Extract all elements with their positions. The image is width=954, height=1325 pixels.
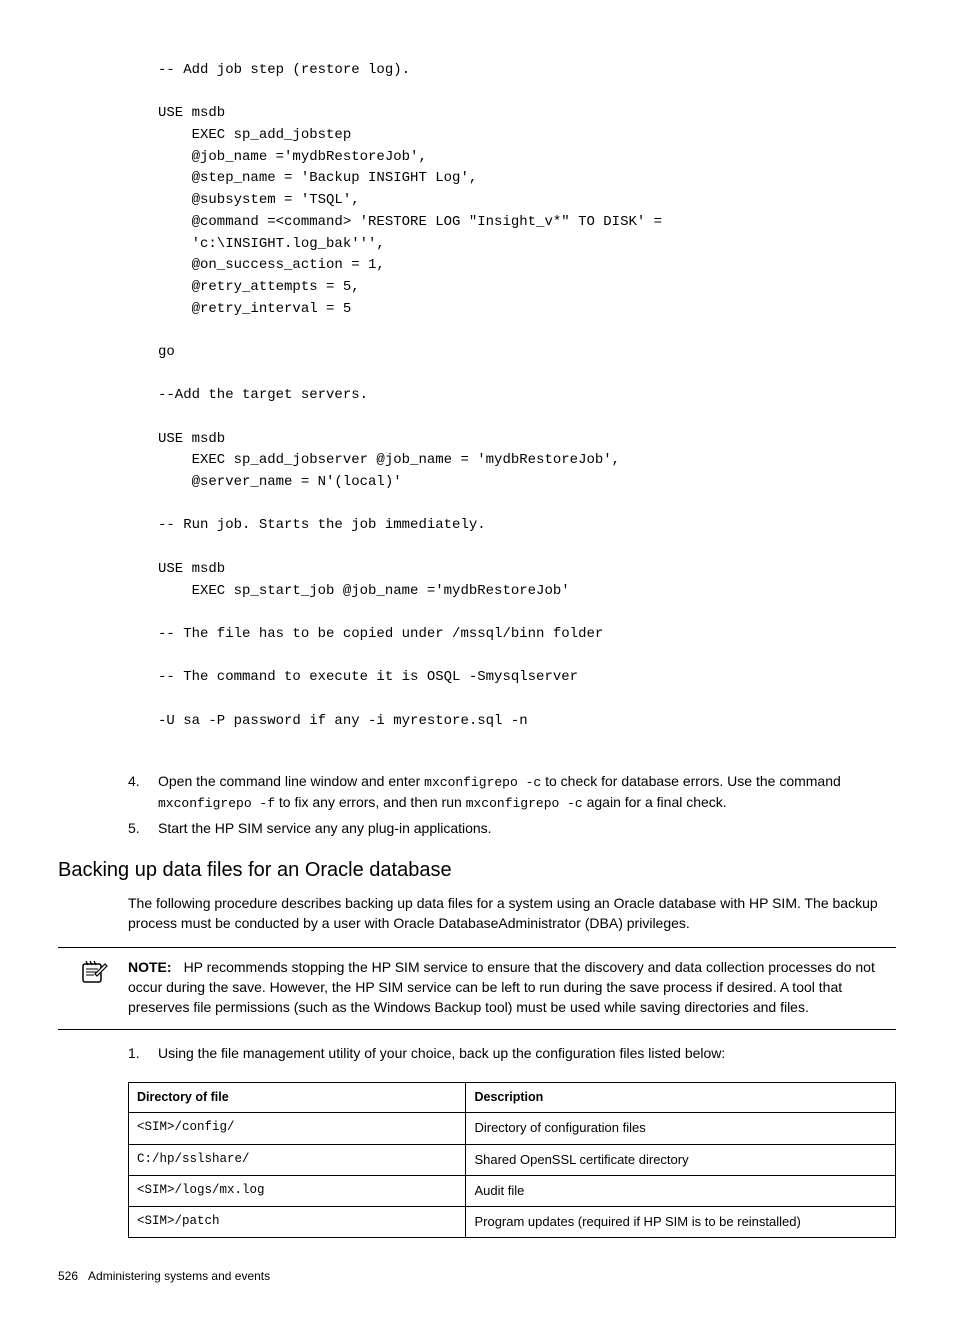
table-row: C:/hp/sslshare/Shared OpenSSL certificat… [129,1144,896,1175]
step-number: 5. [128,819,158,839]
note-icon [58,958,128,1017]
table-row: <SIM>/patchProgram updates (required if … [129,1206,896,1237]
step-text: Open the command line window and enter m… [158,772,896,812]
command: mxconfigrepo -c [424,775,541,790]
continued-steps: 4. Open the command line window and ente… [128,772,896,838]
step-1: 1. Using the file management utility of … [128,1044,896,1064]
file-description: Program updates (required if HP SIM is t… [466,1206,896,1237]
note-label: NOTE: [128,959,172,975]
oracle-steps: 1. Using the file management utility of … [128,1044,896,1064]
note-body: HP recommends stopping the HP SIM servic… [128,959,875,1014]
config-files-table: Directory of file Description <SIM>/conf… [128,1082,896,1238]
file-description: Directory of configuration files [466,1113,896,1144]
step-text: Start the HP SIM service any any plug-in… [158,819,896,839]
step-number: 4. [128,772,158,812]
step-5: 5. Start the HP SIM service any any plug… [128,819,896,839]
step-4: 4. Open the command line window and ente… [128,772,896,812]
command: mxconfigrepo -c [466,796,583,811]
code-block: -- Add job step (restore log). USE msdb … [158,60,896,732]
file-path: <SIM>/patch [129,1206,466,1237]
text: to check for database errors. Use the co… [541,773,841,789]
file-path: <SIM>/logs/mx.log [129,1175,466,1206]
footer-title: Administering systems and events [88,1269,270,1283]
command: mxconfigrepo -f [158,796,275,811]
table-row: <SIM>/logs/mx.logAudit file [129,1175,896,1206]
text: again for a final check. [583,794,727,810]
table-header-directory: Directory of file [129,1082,466,1113]
text: to fix any errors, and then run [275,794,466,810]
page-number: 526 [58,1269,78,1283]
step-text: Using the file management utility of you… [158,1044,896,1064]
file-description: Shared OpenSSL certificate directory [466,1144,896,1175]
table-row: <SIM>/config/Directory of configuration … [129,1113,896,1144]
file-description: Audit file [466,1175,896,1206]
file-path: <SIM>/config/ [129,1113,466,1144]
step-number: 1. [128,1044,158,1064]
section-heading: Backing up data files for an Oracle data… [58,856,896,884]
text: Open the command line window and enter [158,773,424,789]
table-header-description: Description [466,1082,896,1113]
note-block: NOTE:HP recommends stopping the HP SIM s… [58,947,896,1030]
intro-paragraph: The following procedure describes backin… [128,894,896,933]
file-path: C:/hp/sslshare/ [129,1144,466,1175]
